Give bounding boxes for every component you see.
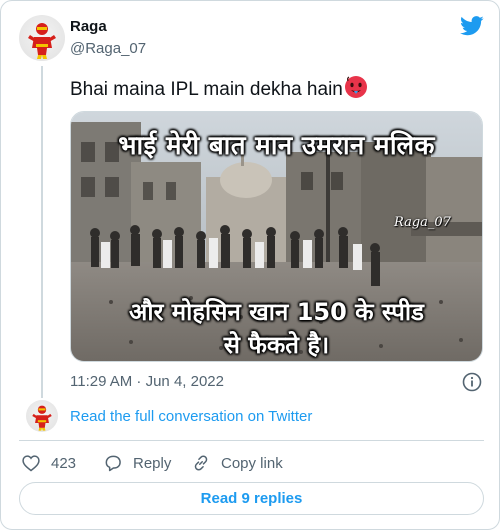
read-conversation-link[interactable]: Read the full conversation on Twitter: [70, 408, 312, 425]
tweet-timestamp[interactable]: 11:29 AM · Jun 4, 2022: [70, 373, 224, 390]
heart-icon: [22, 455, 40, 472]
image-watermark: Raga_07: [394, 215, 451, 230]
reply-button[interactable]: Reply: [103, 452, 171, 474]
image-caption-line2: और मोहसिन खान 150 के स्पीड: [129, 298, 424, 326]
hot-face-emoji-icon: [344, 76, 367, 98]
actions-divider: [19, 440, 484, 441]
avatar-figure-icon: [32, 405, 52, 431]
reply-bubble-icon: [105, 455, 121, 472]
tweet-text-content: Bhai maina IPL main dekha hain: [70, 79, 343, 100]
tweet-text: Bhai maina IPL main dekha hain: [70, 75, 368, 102]
author-avatar[interactable]: [19, 15, 65, 61]
conversation-avatar: [26, 400, 58, 432]
tweet-embed-card: Raga @Raga_07 Bhai maina IPL main dekha …: [0, 0, 500, 530]
reply-label: Reply: [133, 454, 172, 472]
info-icon[interactable]: [462, 372, 482, 392]
like-count: 423: [51, 454, 77, 472]
image-caption-line3: से फैकते है।: [223, 331, 330, 359]
copy-link-label: Copy link: [221, 454, 283, 472]
author-display-name[interactable]: Raga: [70, 18, 107, 35]
image-caption-top: भाई मेरी बात मान उमरान मलिक: [118, 131, 435, 161]
twitter-bird-icon[interactable]: [460, 16, 484, 36]
avatar-figure-icon: [28, 23, 56, 59]
link-icon: [194, 455, 208, 471]
tweet-media-image[interactable]: भाई मेरी बात मान उमरान मलिक Raga_07 और म…: [70, 111, 483, 362]
read-replies-button[interactable]: Read 9 replies: [19, 482, 484, 515]
read-replies-label: Read 9 replies: [200, 490, 303, 507]
author-handle[interactable]: @Raga_07: [70, 40, 146, 57]
copy-link-button[interactable]: Copy link: [191, 452, 283, 474]
like-button[interactable]: 423: [21, 452, 76, 474]
thread-connector-line: [41, 66, 43, 398]
